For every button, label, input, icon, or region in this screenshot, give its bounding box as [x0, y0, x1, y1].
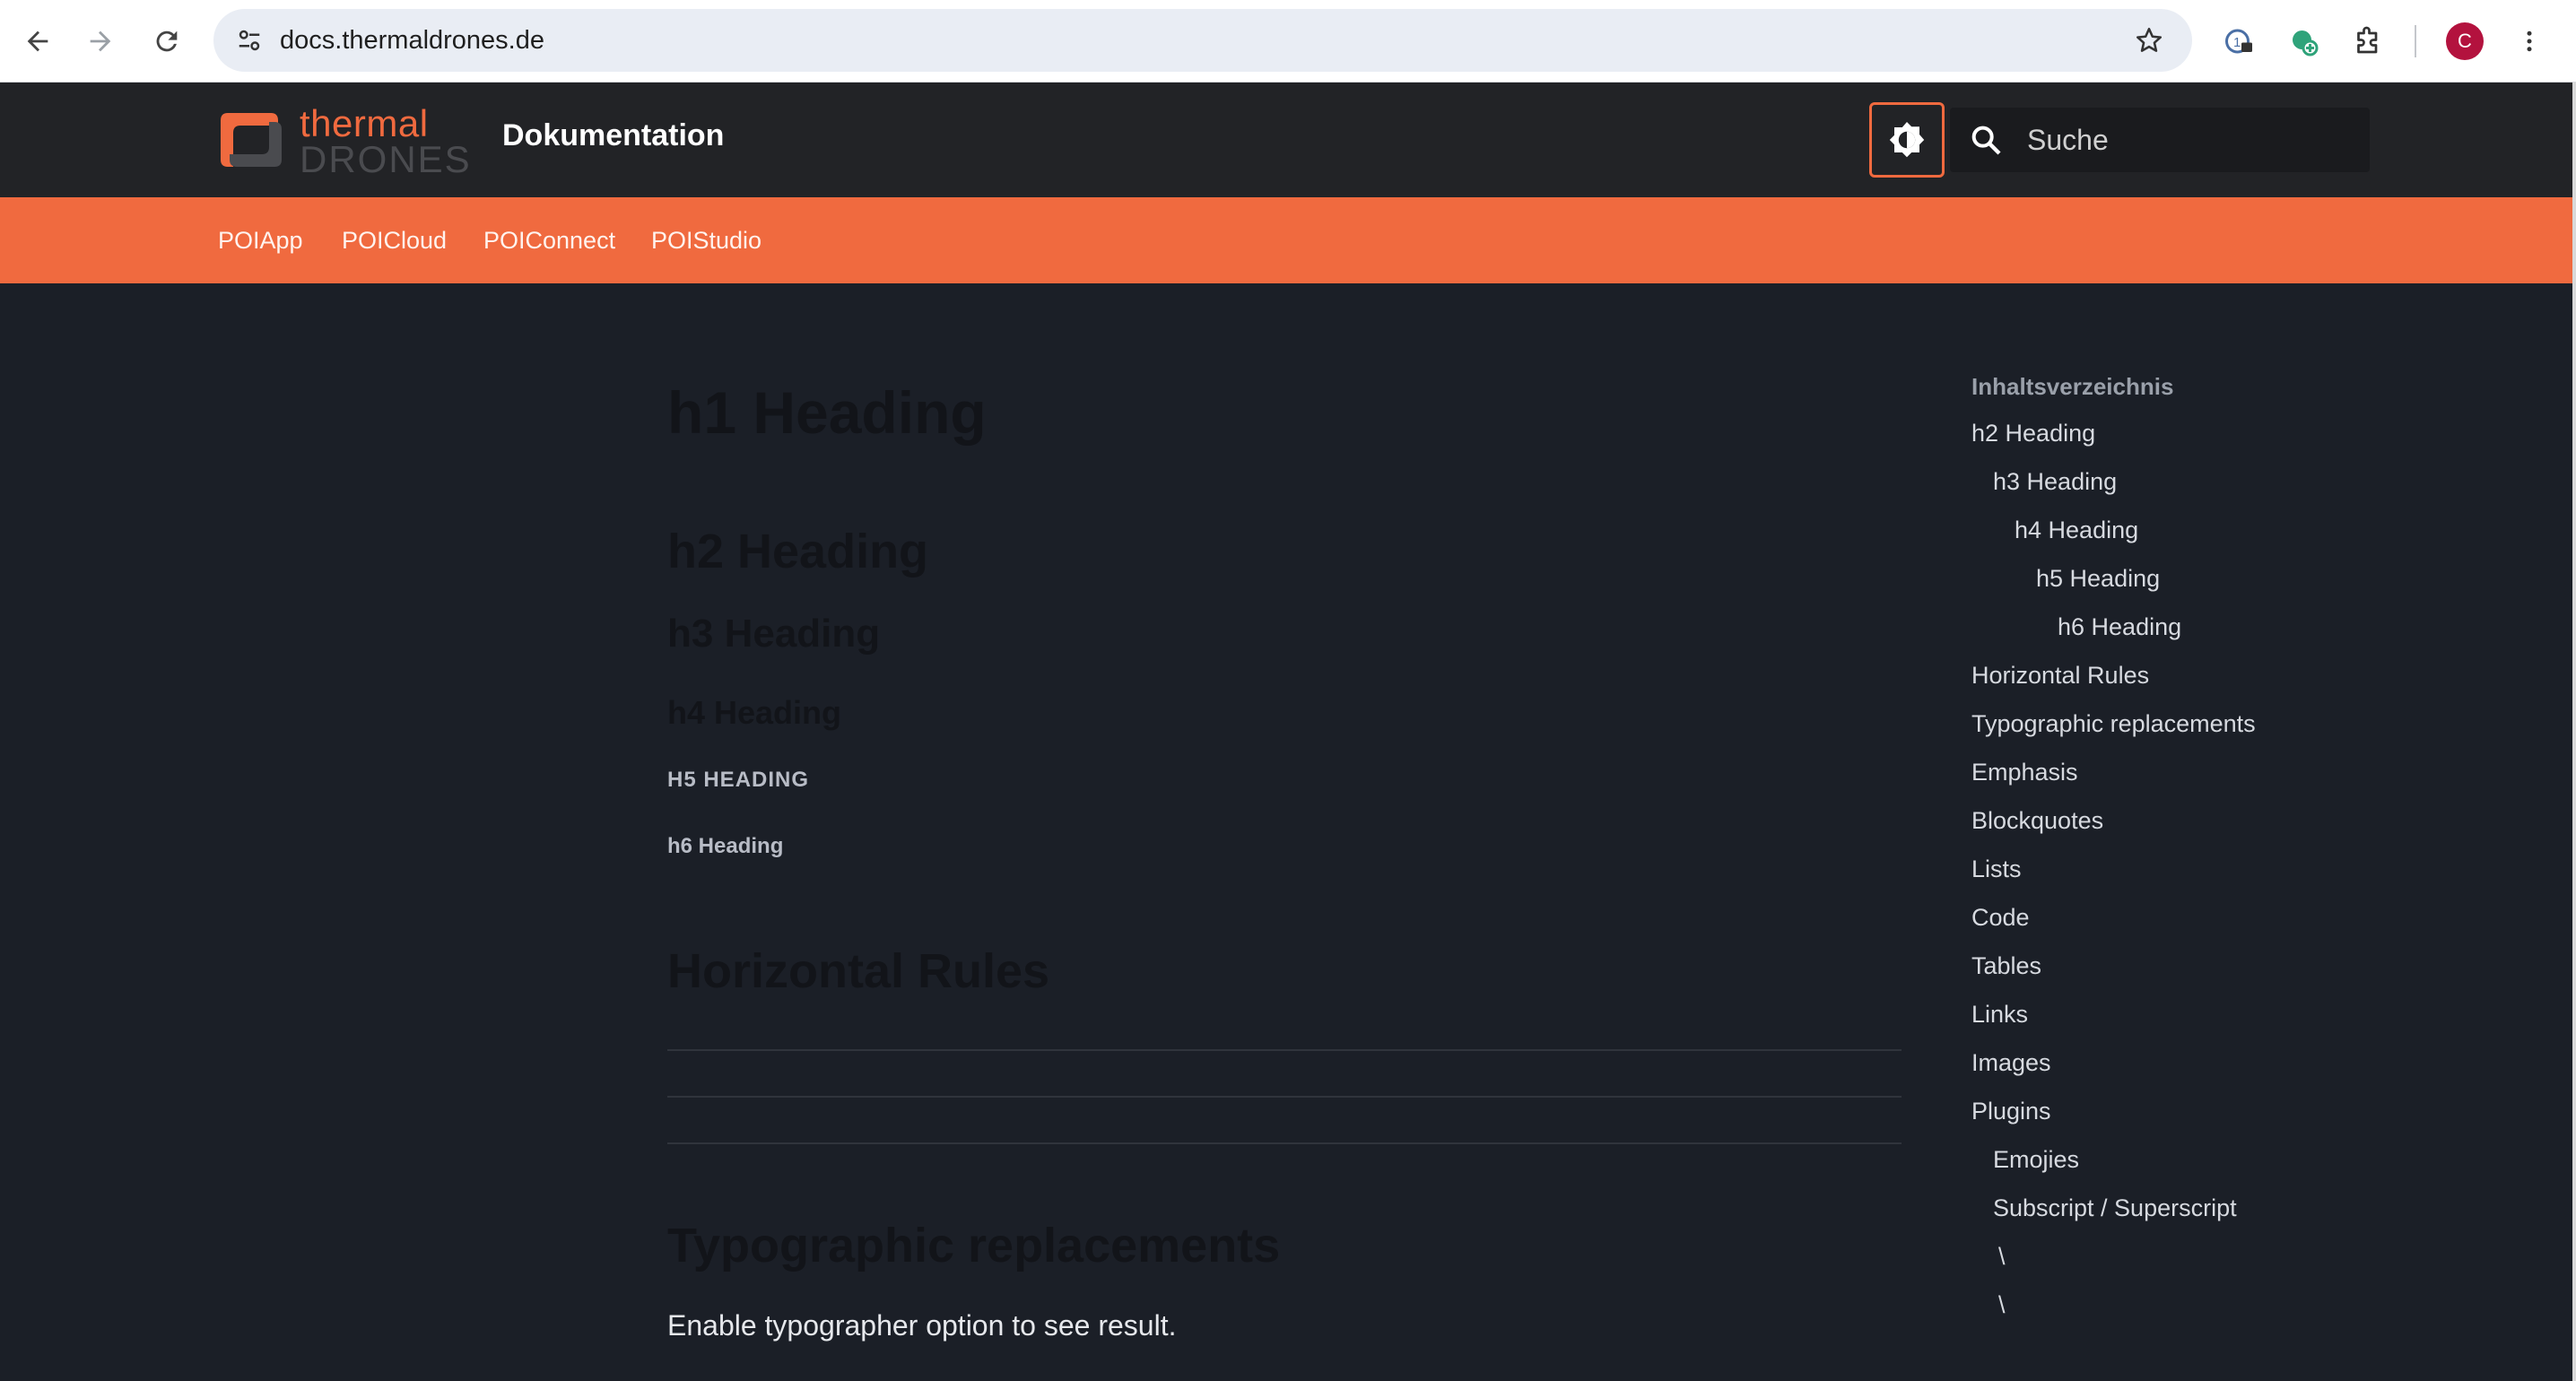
h1-heading: h1 Heading — [667, 379, 987, 446]
toc-item-emojies[interactable]: Emojies — [1993, 1146, 2079, 1174]
extensions-button[interactable] — [2345, 18, 2391, 65]
extension-green-button[interactable] — [2280, 18, 2327, 65]
toc-item-subscript-superscript[interactable]: Subscript / Superscript — [1993, 1194, 2237, 1222]
product-nav-poiconnect[interactable]: POIConnect — [483, 197, 615, 283]
kebab-menu-icon — [2527, 30, 2532, 52]
horizontal-rule — [667, 1096, 1902, 1098]
product-nav: POIApp POICloud POIConnect POIStudio — [0, 197, 2572, 283]
star-icon — [2136, 27, 2163, 52]
toc-item-h3-heading[interactable]: h3 Heading — [1993, 468, 2117, 496]
thermal-drones-logo[interactable]: thermal DRONES — [215, 102, 470, 180]
toc-item-plugins[interactable]: Plugins — [1971, 1098, 2051, 1125]
h5-heading: H5 HEADING — [667, 768, 810, 792]
h3-heading: h3 Heading — [667, 612, 881, 656]
address-bar[interactable]: docs.thermaldrones.de — [213, 9, 2192, 72]
back-button[interactable] — [13, 16, 63, 66]
browser-menu-button[interactable] — [2506, 18, 2553, 65]
search-box[interactable] — [1950, 108, 2370, 172]
logo-mark-icon — [221, 113, 282, 167]
horizontal-rule — [667, 1142, 1902, 1144]
main-content: h1 Heading h2 Heading h3 Heading h4 Head… — [0, 283, 2572, 1381]
extension-password-button[interactable]: 1 — [2215, 18, 2262, 65]
search-input[interactable] — [2027, 108, 2350, 172]
url-text[interactable]: docs.thermaldrones.de — [280, 9, 544, 72]
site-header: thermal DRONES Dokumentation — [0, 83, 2572, 197]
toc-item-h2-heading[interactable]: h2 Heading — [1971, 420, 2095, 447]
site-title[interactable]: Dokumentation — [502, 118, 724, 153]
search-icon — [1968, 122, 2004, 158]
product-nav-poiapp[interactable]: POIApp — [218, 197, 303, 283]
logo-text-drones: DRONES — [300, 138, 472, 180]
toc-item-images[interactable]: Images — [1971, 1049, 2051, 1077]
forward-arrow-icon — [90, 30, 111, 52]
puzzle-icon — [2357, 26, 2378, 54]
typographic-replacements-heading: Typographic replacements — [667, 1219, 1281, 1272]
toc-item-h6-heading[interactable]: h6 Heading — [2058, 613, 2181, 641]
h4-heading: h4 Heading — [667, 694, 842, 731]
reload-icon — [156, 30, 178, 52]
back-arrow-icon — [27, 30, 48, 52]
svg-text:1: 1 — [2233, 35, 2241, 50]
password-manager-icon: 1 — [2225, 29, 2252, 54]
toc-item-h5-heading[interactable]: h5 Heading — [2036, 565, 2160, 593]
h2-heading: h2 Heading — [667, 525, 929, 578]
toc-item-horizontal-rules[interactable]: Horizontal Rules — [1971, 662, 2149, 690]
toc-item-h4-heading[interactable]: h4 Heading — [2015, 517, 2138, 544]
toc-item-lists[interactable]: Lists — [1971, 856, 2022, 883]
window-edge — [2572, 83, 2576, 1381]
toc-item-backslash[interactable]: \ — [1998, 1291, 2006, 1319]
toc-item-blockquotes[interactable]: Blockquotes — [1971, 807, 2103, 835]
toc-item-typographic-replacements[interactable]: Typographic replacements — [1971, 710, 2256, 738]
bookmark-button[interactable] — [2129, 21, 2169, 60]
h6-heading: h6 Heading — [667, 834, 784, 858]
toc-item-backslash[interactable]: \ — [1998, 1243, 2006, 1271]
browser-toolbar: docs.thermaldrones.de 1 C — [0, 0, 2576, 83]
toolbar-separator — [2415, 25, 2416, 57]
toc-item-emphasis[interactable]: Emphasis — [1971, 759, 2078, 786]
profile-avatar[interactable]: C — [2446, 22, 2484, 60]
toc-item-links[interactable]: Links — [1971, 1001, 2028, 1029]
horizontal-rule — [667, 1049, 1902, 1051]
toc-title: Inhaltsverzeichnis — [1971, 373, 2174, 400]
toc-item-code[interactable]: Code — [1971, 904, 2030, 932]
extension-leaf-icon — [2293, 30, 2319, 56]
forward-button[interactable] — [75, 16, 126, 66]
horizontal-rules-heading: Horizontal Rules — [667, 944, 1050, 998]
theme-toggle-button[interactable] — [1869, 102, 1945, 178]
site-info-button[interactable] — [228, 19, 271, 62]
brightness-icon — [1889, 122, 1925, 158]
typographer-note: Enable typographer option to see result. — [667, 1309, 1177, 1342]
product-nav-poistudio[interactable]: POIStudio — [651, 197, 761, 283]
toc-item-tables[interactable]: Tables — [1971, 952, 2041, 980]
reload-button[interactable] — [142, 16, 192, 66]
site-info-icon — [239, 30, 260, 51]
product-nav-poicloud[interactable]: POICloud — [342, 197, 447, 283]
